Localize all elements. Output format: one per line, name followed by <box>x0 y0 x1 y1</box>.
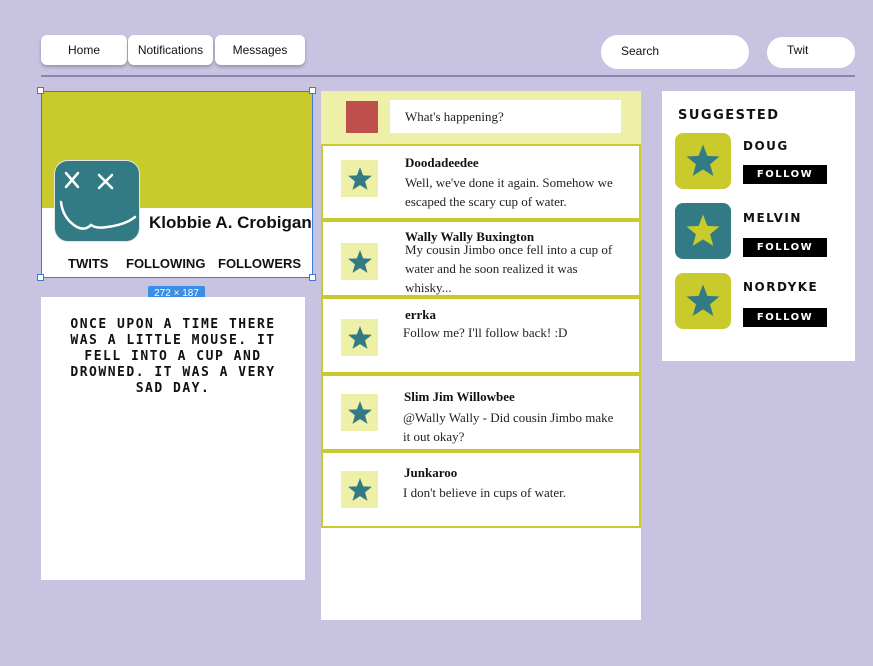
notifications-button[interactable]: Notifications <box>128 35 213 65</box>
star-icon <box>347 477 372 501</box>
suggested-title: SUGGESTED <box>678 108 780 123</box>
star-icon <box>347 325 372 349</box>
home-button[interactable]: Home <box>41 35 127 65</box>
search-input[interactable]: Search <box>601 35 749 69</box>
suggested-name[interactable]: DOUG <box>743 139 789 153</box>
story-text: ONCE UPON A TIME THERE WAS A LITTLE MOUS… <box>70 317 276 396</box>
tweet-card[interactable]: Wally Wally Buxington My cousin Jimbo on… <box>321 220 641 297</box>
compose-avatar <box>346 101 378 133</box>
tweet-text: Follow me? I'll follow back! :D <box>403 325 568 340</box>
tweet-card[interactable]: Junkaroo I don't believe in cups of wate… <box>321 451 641 528</box>
tweet-author[interactable]: Doodadeedee <box>405 155 479 171</box>
star-icon <box>347 400 372 424</box>
resize-handle[interactable] <box>309 274 316 281</box>
header-divider <box>41 75 855 77</box>
tweet-author[interactable]: Slim Jim Willowbee <box>404 389 515 405</box>
follow-button[interactable]: FOLLOW <box>743 238 827 257</box>
tweet-text: @Wally Wally - Did cousin Jimbo make it … <box>403 410 614 444</box>
resize-handle[interactable] <box>37 87 44 94</box>
star-icon <box>347 249 372 273</box>
tweet-text: Well, we've done it again. Somehow we es… <box>405 175 613 209</box>
tweet-card[interactable]: errka Follow me? I'll follow back! :D <box>321 297 641 374</box>
suggested-avatar[interactable] <box>675 133 731 189</box>
suggested-panel: SUGGESTED DOUG FOLLOW MELVIN FOLLOW NORD… <box>662 91 855 361</box>
tweet-avatar <box>341 319 378 356</box>
suggested-avatar[interactable] <box>675 273 731 329</box>
compose-input[interactable]: What's happening? <box>390 100 621 133</box>
story-card: ONCE UPON A TIME THERE WAS A LITTLE MOUS… <box>41 297 305 580</box>
tweet-card[interactable]: Doodadeedee Well, we've done it again. S… <box>321 144 641 220</box>
star-icon <box>686 214 720 246</box>
tweet-avatar <box>341 160 378 197</box>
follow-button[interactable]: FOLLOW <box>743 165 827 184</box>
tweet-avatar <box>341 471 378 508</box>
selection-outline <box>41 91 313 278</box>
star-icon <box>686 144 720 176</box>
messages-button[interactable]: Messages <box>215 35 305 65</box>
twit-button[interactable]: Twit <box>767 37 855 68</box>
suggested-name[interactable]: NORDYKE <box>743 280 818 294</box>
tweet-text: My cousin Jimbo once fell into a cup of … <box>405 242 613 295</box>
search-placeholder: Search <box>621 44 660 58</box>
star-icon <box>347 166 372 190</box>
tweet-avatar <box>341 394 378 431</box>
tweet-author[interactable]: Junkaroo <box>404 465 457 481</box>
resize-handle[interactable] <box>309 87 316 94</box>
twit-button-label: Twit <box>787 43 809 57</box>
resize-handle[interactable] <box>37 274 44 281</box>
follow-button[interactable]: FOLLOW <box>743 308 827 327</box>
tweet-text: I don't believe in cups of water. <box>403 485 566 500</box>
tweet-card[interactable]: Slim Jim Willowbee @Wally Wally - Did co… <box>321 374 641 451</box>
tweet-avatar <box>341 243 378 280</box>
suggested-name[interactable]: MELVIN <box>743 211 802 225</box>
star-icon <box>686 284 720 316</box>
tweet-author[interactable]: errka <box>405 307 436 323</box>
compose-box: What's happening? <box>321 91 641 144</box>
suggested-avatar[interactable] <box>675 203 731 259</box>
